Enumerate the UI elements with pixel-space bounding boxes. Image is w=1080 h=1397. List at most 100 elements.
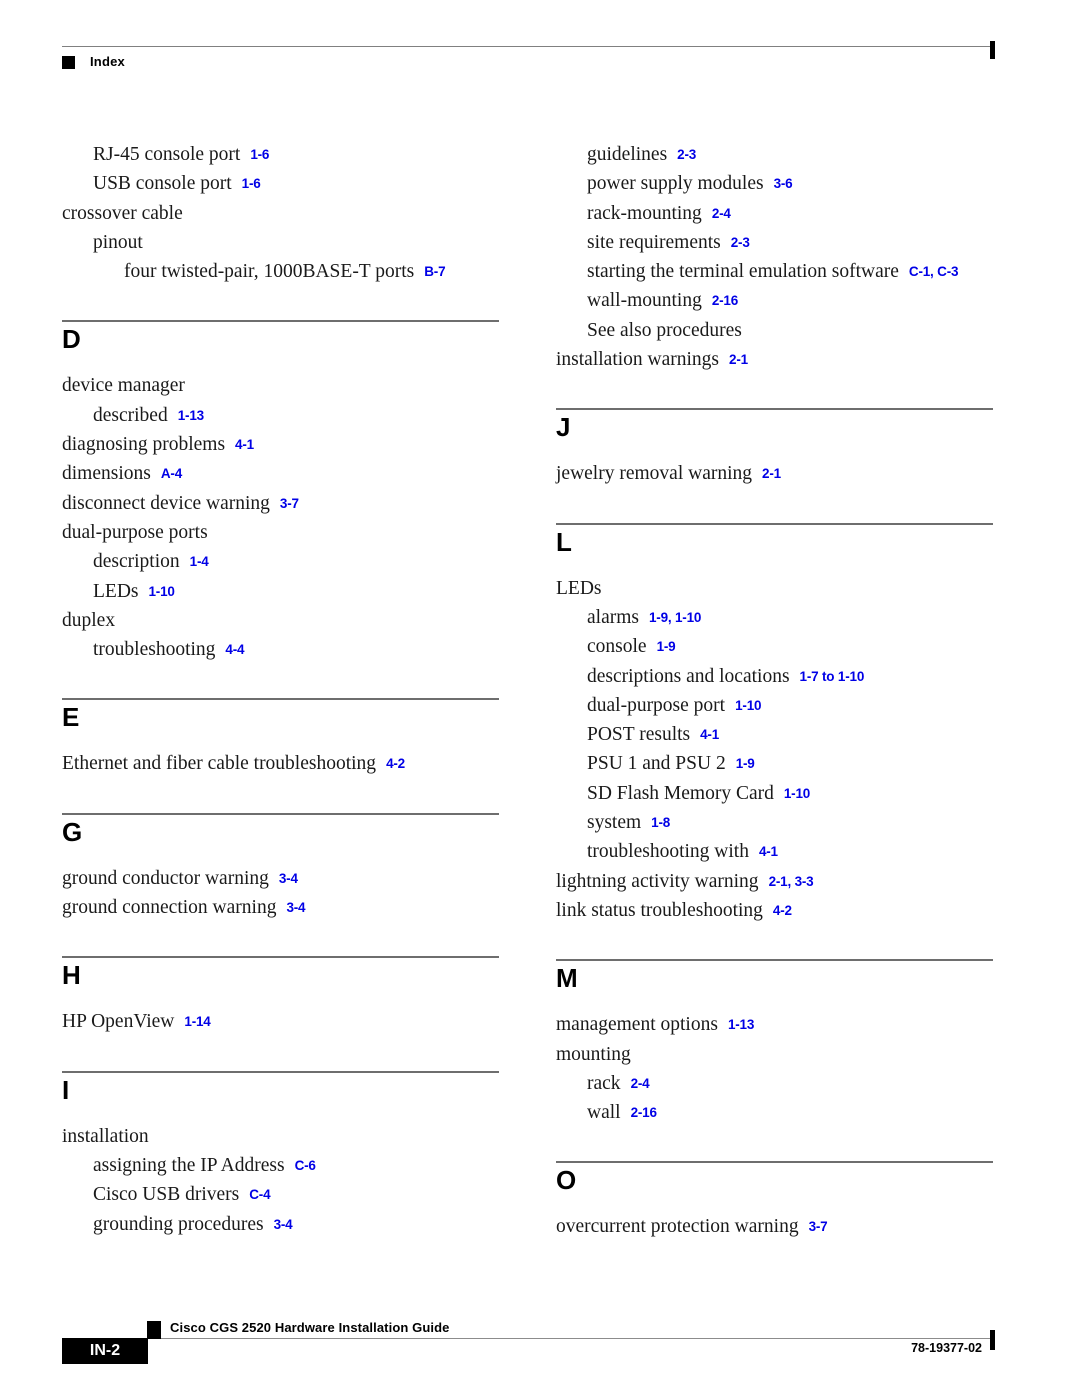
- index-page-reference[interactable]: 3-4: [274, 1217, 293, 1232]
- index-entry: See also procedures: [556, 316, 993, 345]
- index-page-reference[interactable]: 1-6: [242, 176, 261, 191]
- index-page-reference[interactable]: 2-3: [731, 235, 750, 250]
- index-entry-label: diagnosing problems: [62, 434, 226, 456]
- index-section-e: E Ethernet and fiber cable troubleshootin…: [62, 698, 499, 778]
- index-page-reference[interactable]: 4-1: [759, 844, 778, 859]
- index-page-reference[interactable]: B-7: [424, 264, 445, 279]
- index-entry: USB console port 1-6: [62, 169, 499, 198]
- index-section-d: Ddevice manager described 1-13 diagnosing p…: [62, 320, 499, 664]
- index-entry: SD Flash Memory Card 1-10: [556, 779, 993, 808]
- index-entry-label: rack: [587, 1072, 621, 1094]
- index-entry-label: overcurrent protection warning: [556, 1216, 799, 1238]
- index-page-reference[interactable]: 2-1: [729, 352, 748, 367]
- index-section-h: H HP OpenView 1-14: [62, 956, 499, 1036]
- section-divider: [556, 1161, 993, 1164]
- index-entry-label: crossover cable: [62, 202, 183, 224]
- index-page-reference[interactable]: 1-9, 1-10: [649, 610, 701, 625]
- index-entry: wall-mounting 2-16: [556, 286, 993, 315]
- index-page-reference[interactable]: 3-6: [774, 176, 793, 191]
- page-number-badge: IN-2: [62, 1338, 148, 1364]
- index-entry-label: troubleshooting: [93, 639, 216, 661]
- section-divider: [556, 408, 993, 411]
- index-entry: description 1-4: [62, 547, 499, 576]
- index-page-reference[interactable]: 1-10: [784, 786, 810, 801]
- section-letter: L: [556, 526, 572, 557]
- index-entry: wall 2-16: [556, 1098, 993, 1127]
- index-page-reference[interactable]: 1-7 to 1-10: [800, 669, 865, 684]
- index-page-reference[interactable]: C-1, C-3: [909, 264, 959, 279]
- index-page-reference[interactable]: C-6: [295, 1158, 316, 1173]
- index-entry-label: troubleshooting with: [587, 841, 749, 863]
- index-section-g: Gground conductor warning 3-4 ground conne…: [62, 812, 499, 923]
- index-page-reference[interactable]: 2-3: [677, 147, 696, 162]
- index-page-reference[interactable]: 2-4: [712, 206, 731, 221]
- index-entry-label: ground connection warning: [62, 897, 277, 919]
- index-entry-label: USB console port: [93, 173, 232, 195]
- index-entry-label: console: [587, 636, 647, 658]
- black-square-icon: [147, 1321, 161, 1339]
- index-page-reference[interactable]: 4-1: [235, 437, 254, 452]
- index-entry-label: POST results: [587, 724, 691, 746]
- index-entry: diagnosing problems 4-1: [62, 430, 499, 459]
- index-entry-label: descriptions and locations: [587, 665, 790, 687]
- index-entry: guidelines 2-3: [556, 140, 993, 169]
- index-entry: power supply modules 3-6: [556, 169, 993, 198]
- section-letter: G: [62, 816, 83, 847]
- index-entry: dual-purpose port 1-10: [556, 691, 993, 720]
- index-page-reference[interactable]: A-4: [161, 466, 182, 481]
- index-page-reference[interactable]: 4-4: [225, 642, 244, 657]
- index-page-reference[interactable]: 3-7: [809, 1219, 828, 1234]
- index-entry: site requirements 2-3: [556, 228, 993, 257]
- index-entry-label: site requirements: [587, 231, 721, 253]
- index-entry-label: HP OpenView: [62, 1011, 175, 1033]
- index-page-reference[interactable]: 3-4: [279, 871, 298, 886]
- index-page-reference[interactable]: 2-16: [631, 1105, 657, 1120]
- index-entry-label: assigning the IP Address: [93, 1154, 285, 1176]
- index-entry-label: Ethernet and fiber cable troubleshooting: [62, 753, 377, 775]
- index-entry-label: dimensions: [62, 463, 151, 485]
- index-entry: dimensions A-4: [62, 459, 499, 488]
- index-page-reference[interactable]: 2-1: [762, 466, 781, 481]
- index-page-reference[interactable]: 1-9: [736, 756, 755, 771]
- index-page-reference[interactable]: 4-1: [700, 727, 719, 742]
- index-entry-label: dual-purpose ports: [62, 521, 208, 543]
- index-entry: pinout: [62, 228, 499, 257]
- index-page-reference[interactable]: 1-8: [651, 815, 670, 830]
- index-entry: device manager: [62, 371, 499, 400]
- section-divider: [62, 956, 499, 959]
- left-column: RJ-45 console port 1-6 USB console port 1-6…: [62, 140, 499, 1239]
- index-entry-label: starting the terminal emulation software: [587, 261, 899, 283]
- index-page-reference[interactable]: 1-4: [190, 554, 209, 569]
- index-entry: troubleshooting 4-4: [62, 635, 499, 664]
- index-section-j: Jjewelry removal warning 2-1: [556, 408, 993, 488]
- index-entry: rack 2-4: [556, 1069, 993, 1098]
- index-entry: starting the terminal emulation software…: [556, 257, 993, 286]
- index-page-reference[interactable]: 1-10: [149, 584, 175, 599]
- index-entry: Ethernet and fiber cable troubleshooting…: [62, 749, 499, 778]
- section-letter: M: [556, 963, 578, 994]
- index-page-reference[interactable]: 1-13: [728, 1017, 754, 1032]
- index-entry-label: SD Flash Memory Card: [587, 782, 774, 804]
- index-entry: four twisted-pair, 1000BASE-T ports B-7: [62, 257, 499, 286]
- section-letter: I: [62, 1074, 70, 1105]
- index-page-reference[interactable]: 1-6: [250, 147, 269, 162]
- index-page-reference[interactable]: 2-4: [631, 1076, 650, 1091]
- index-entry-label: disconnect device warning: [62, 492, 270, 514]
- index-page-reference[interactable]: 2-1, 3-3: [769, 874, 814, 889]
- index-page-reference[interactable]: 3-4: [286, 900, 305, 915]
- index-entry-label: dual-purpose port: [587, 694, 726, 716]
- index-page-reference[interactable]: 1-13: [178, 408, 204, 423]
- index-page-reference[interactable]: 4-2: [386, 756, 405, 771]
- index-entry-label: wall: [587, 1102, 621, 1124]
- index-page-reference[interactable]: 4-2: [773, 903, 792, 918]
- index-entry-label: installation warnings: [556, 349, 720, 371]
- index-page-reference[interactable]: 1-9: [657, 639, 676, 654]
- index-page-reference[interactable]: 1-10: [735, 698, 761, 713]
- index-entry: overcurrent protection warning 3-7: [556, 1212, 993, 1241]
- index-entry-label: management options: [556, 1014, 718, 1036]
- index-entry-label: See also procedures: [587, 319, 742, 341]
- index-page-reference[interactable]: 2-16: [712, 293, 738, 308]
- index-page-reference[interactable]: 1-14: [184, 1014, 210, 1029]
- index-page-reference[interactable]: C-4: [249, 1187, 270, 1202]
- index-page-reference[interactable]: 3-7: [280, 496, 299, 511]
